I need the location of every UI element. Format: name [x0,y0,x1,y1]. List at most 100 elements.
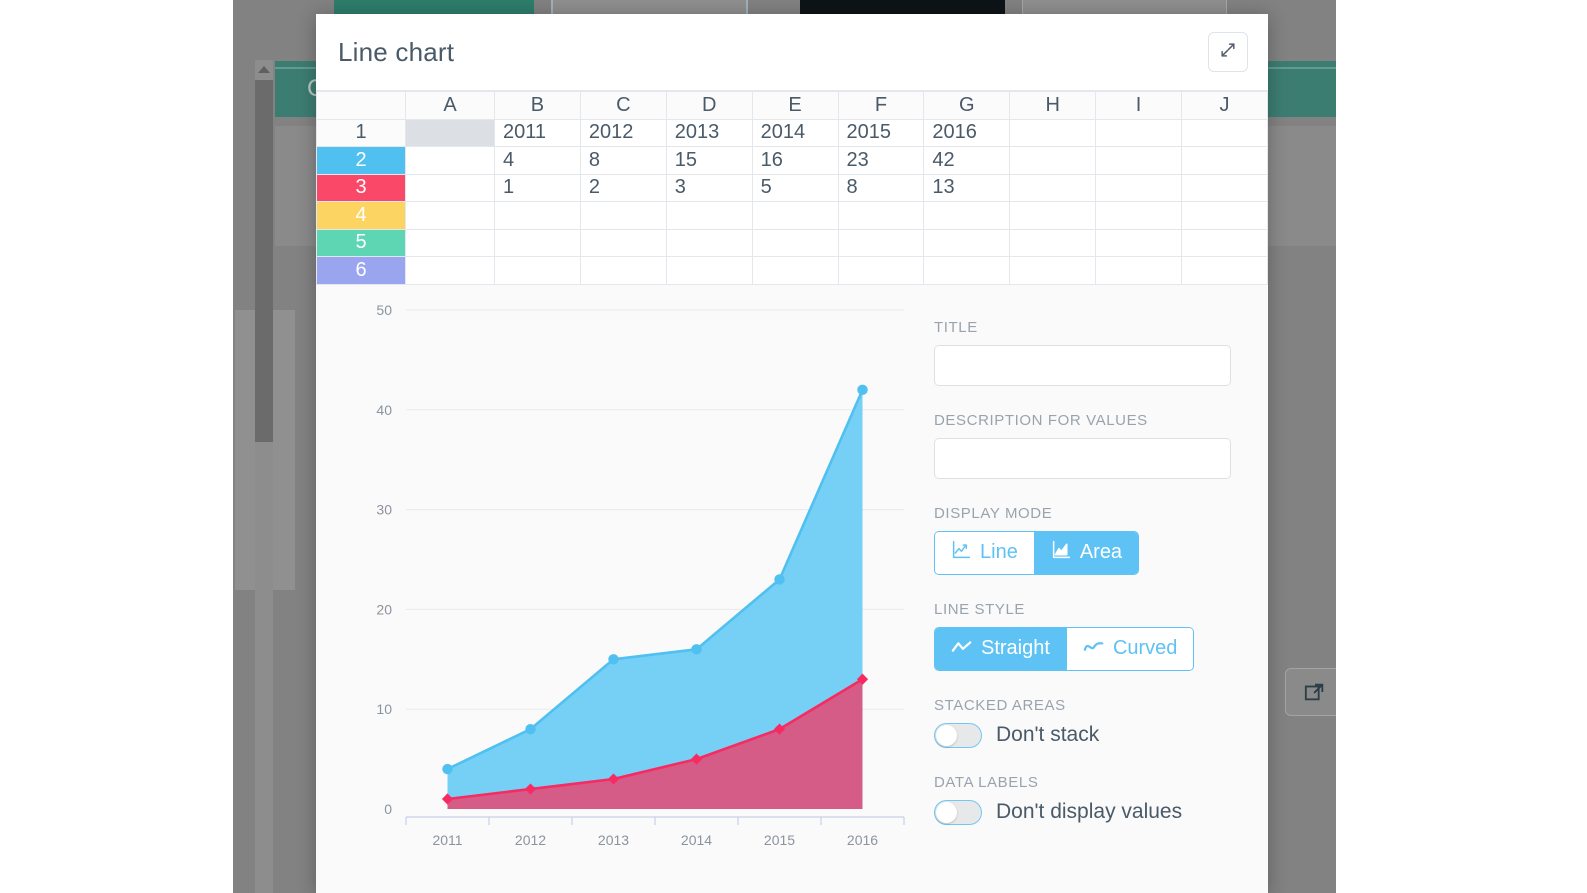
cell-a3[interactable] [406,174,495,202]
expand-diagonal-icon [1218,40,1238,65]
area-chart: 01020304050201120122013201420152016 [316,285,920,879]
column-header-j[interactable]: J [1182,92,1268,120]
cell-c5[interactable] [580,229,666,257]
scrollbar-thumb[interactable] [255,80,273,442]
cell-i2[interactable] [1096,147,1182,175]
column-header-b[interactable]: B [495,92,581,120]
cell-b2[interactable]: 4 [495,147,581,175]
row-header-3[interactable]: 3 [317,174,406,202]
cell-d2[interactable]: 15 [666,147,752,175]
cell-j3[interactable] [1182,174,1268,202]
cell-i1[interactable] [1096,119,1182,147]
cell-b6[interactable] [495,257,581,285]
data-labels-toggle[interactable] [934,800,982,825]
cell-c1[interactable]: 2012 [580,119,666,147]
cell-d3[interactable]: 3 [666,174,752,202]
cell-e4[interactable] [752,202,838,230]
cell-e6[interactable] [752,257,838,285]
cell-a6[interactable] [406,257,495,285]
cell-e1[interactable]: 2014 [752,119,838,147]
cell-g5[interactable] [924,229,1010,257]
cell-g2[interactable]: 42 [924,147,1010,175]
cell-j6[interactable] [1182,257,1268,285]
column-header-g[interactable]: G [924,92,1010,120]
column-header-h[interactable]: H [1010,92,1096,120]
column-header-e[interactable]: E [752,92,838,120]
cell-b1[interactable]: 2011 [495,119,581,147]
cell-h4[interactable] [1010,202,1096,230]
cell-h1[interactable] [1010,119,1096,147]
background-scrollbar[interactable] [255,60,273,893]
expand-button[interactable] [1208,32,1248,72]
cell-c4[interactable] [580,202,666,230]
cell-e5[interactable] [752,229,838,257]
background-export-button[interactable]: E [1285,668,1336,716]
svg-text:2012: 2012 [515,832,546,848]
cell-a5[interactable] [406,229,495,257]
title-input[interactable] [934,345,1231,386]
cell-c2[interactable]: 8 [580,147,666,175]
stacked-areas-toggle[interactable] [934,723,982,748]
display-mode-option-area[interactable]: Area [1034,532,1138,574]
cell-f2[interactable]: 23 [838,147,924,175]
cell-h3[interactable] [1010,174,1096,202]
row-header-4[interactable]: 4 [317,202,406,230]
cell-j5[interactable] [1182,229,1268,257]
line-style-option-curved[interactable]: Curved [1066,628,1193,670]
cell-j4[interactable] [1182,202,1268,230]
cell-h2[interactable] [1010,147,1096,175]
row-header-1[interactable]: 1 [317,119,406,147]
cell-i3[interactable] [1096,174,1182,202]
cell-h6[interactable] [1010,257,1096,285]
row-header-5[interactable]: 5 [317,229,406,257]
description-input[interactable] [934,438,1231,479]
cell-h5[interactable] [1010,229,1096,257]
cell-i5[interactable] [1096,229,1182,257]
column-header-d[interactable]: D [666,92,752,120]
column-header-a[interactable]: A [406,92,495,120]
display-mode-option-line[interactable]: Line [935,532,1034,574]
cell-f4[interactable] [838,202,924,230]
row-header-2[interactable]: 2 [317,147,406,175]
scroll-up-arrow-icon[interactable] [255,60,273,78]
line-style-option-straight[interactable]: Straight [935,628,1066,670]
svg-text:20: 20 [376,601,392,617]
cell-i4[interactable] [1096,202,1182,230]
cell-g1[interactable]: 2016 [924,119,1010,147]
cell-b5[interactable] [495,229,581,257]
cell-d6[interactable] [666,257,752,285]
cell-f3[interactable]: 8 [838,174,924,202]
cell-b4[interactable] [495,202,581,230]
cell-j2[interactable] [1182,147,1268,175]
toggle-knob [936,725,957,746]
cell-d1[interactable]: 2013 [666,119,752,147]
wave-line-icon [1083,637,1105,660]
cell-d4[interactable] [666,202,752,230]
cell-a2[interactable] [406,147,495,175]
cell-a1[interactable] [406,119,495,147]
grid-corner [317,92,406,120]
column-header-f[interactable]: F [838,92,924,120]
cell-e3[interactable]: 5 [752,174,838,202]
cell-i6[interactable] [1096,257,1182,285]
cell-g6[interactable] [924,257,1010,285]
column-header-c[interactable]: C [580,92,666,120]
cell-g4[interactable] [924,202,1010,230]
cell-f1[interactable]: 2015 [838,119,924,147]
stacked-areas-state-label: Don't stack [996,723,1099,747]
chart-settings-panel: TITLE DESCRIPTION FOR VALUES DISPLAY MOD… [920,285,1268,879]
data-spreadsheet[interactable]: A B C D E F G H I J 1 [316,90,1268,285]
column-header-i[interactable]: I [1096,92,1182,120]
cell-b3[interactable]: 1 [495,174,581,202]
cell-c3[interactable]: 2 [580,174,666,202]
cell-f5[interactable] [838,229,924,257]
cell-c6[interactable] [580,257,666,285]
cell-e2[interactable]: 16 [752,147,838,175]
cell-g3[interactable]: 13 [924,174,1010,202]
table-row: 6 [317,257,1268,285]
row-header-6[interactable]: 6 [317,257,406,285]
cell-a4[interactable] [406,202,495,230]
cell-d5[interactable] [666,229,752,257]
cell-f6[interactable] [838,257,924,285]
cell-j1[interactable] [1182,119,1268,147]
